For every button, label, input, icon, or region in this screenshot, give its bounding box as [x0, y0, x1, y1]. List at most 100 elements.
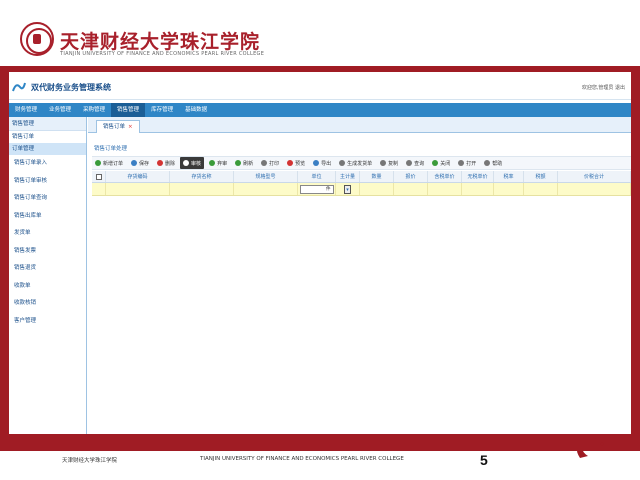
page-number: 5: [480, 452, 488, 468]
college-name-en: TIANJIN UNIVERSITY OF FINANCE AND ECONOM…: [60, 51, 265, 57]
tab-sales-order[interactable]: 销售订单 ×: [96, 120, 140, 133]
column-header[interactable]: 无税单价: [462, 171, 494, 182]
toolbar-button-label: 导出: [321, 160, 332, 167]
toolbar-button[interactable]: 帮助: [481, 157, 505, 169]
column-header[interactable]: 数量: [360, 171, 394, 182]
toolbar-button-label: 关闭: [440, 160, 451, 167]
college-name-cn: 天津财经大学珠江学院: [60, 31, 261, 53]
toolbar-button[interactable]: 弃审: [206, 157, 230, 169]
app-title: 双代财务业务管理系统: [31, 83, 111, 92]
table-cell[interactable]: [92, 183, 106, 195]
column-header[interactable]: 规格型号: [234, 171, 298, 182]
column-header[interactable]: [92, 171, 106, 182]
toolbar-button-label: 复制: [388, 160, 399, 167]
table-cell[interactable]: [394, 183, 428, 195]
toolbar-button[interactable]: 查询: [403, 157, 427, 169]
sidebar-item[interactable]: 销售退货: [9, 260, 86, 278]
data-grid: 存货编码 存货名称 规格型号 单位 主计量 数量 报价 含税单价 无税单价 税率 税额 价税合计 件 ▾: [92, 171, 631, 196]
breadcrumb: 销售订单处理: [94, 146, 128, 152]
column-header[interactable]: 报价: [394, 171, 428, 182]
toolbar-button-label: 审核: [191, 160, 202, 167]
check-icon: [183, 160, 190, 166]
column-header[interactable]: 税额: [524, 171, 558, 182]
column-header[interactable]: 含税单价: [428, 171, 462, 182]
toolbar-button[interactable]: 打印: [258, 157, 282, 169]
table-cell[interactable]: [494, 183, 524, 195]
open-icon: [458, 160, 465, 166]
toolbar-button[interactable]: 审核: [180, 157, 205, 169]
toolbar-button-label: 生成发货单: [347, 160, 373, 167]
menu-item[interactable]: 库存管理: [145, 103, 179, 117]
grid-header: 存货编码 存货名称 规格型号 单位 主计量 数量 报价 含税单价 无税单价 税率 税额 价税合计: [92, 171, 631, 183]
column-header[interactable]: 存货名称: [170, 171, 234, 182]
sidebar-item[interactable]: 销售出库单: [9, 208, 86, 226]
toolbar-button[interactable]: 新增订单: [92, 157, 126, 169]
sidebar-item[interactable]: 销售订单查询: [9, 190, 86, 208]
preview-icon: [287, 160, 294, 166]
toolbar-button[interactable]: 保存: [128, 157, 152, 169]
sidebar-item[interactable]: 发货单: [9, 225, 86, 243]
table-row[interactable]: 件 ▾: [92, 183, 631, 196]
main-menu: 财务管理 业务管理 采购管理 销售管理 库存管理 基础数据: [9, 103, 631, 117]
column-header[interactable]: 价税合计: [558, 171, 631, 182]
sidebar-item[interactable]: 客户管理: [9, 313, 86, 331]
export-icon: [313, 160, 320, 166]
table-cell[interactable]: [524, 183, 558, 195]
toolbar-button[interactable]: 删除: [154, 157, 178, 169]
sidebar-item[interactable]: 收款核销: [9, 295, 86, 313]
copy-icon: [380, 160, 387, 166]
sidebar-item[interactable]: 销售订单录入: [9, 155, 86, 173]
toolbar-button-label: 帮助: [492, 160, 503, 167]
toolbar-button-label: 保存: [139, 160, 150, 167]
toolbar-button[interactable]: 关闭: [429, 157, 453, 169]
menu-item[interactable]: 基础数据: [179, 103, 213, 117]
table-cell[interactable]: [170, 183, 234, 195]
table-cell[interactable]: [428, 183, 462, 195]
college-corner-logo-icon: [576, 434, 604, 458]
menu-item[interactable]: 业务管理: [43, 103, 77, 117]
table-cell[interactable]: [462, 183, 494, 195]
toolbar-button-label: 刷新: [243, 160, 254, 167]
table-cell[interactable]: [234, 183, 298, 195]
table-cell[interactable]: [360, 183, 394, 195]
column-header[interactable]: 主计量: [336, 171, 360, 182]
menu-item[interactable]: 销售管理: [111, 103, 146, 117]
toolbar-button[interactable]: 导出: [310, 157, 334, 169]
menu-item[interactable]: 采购管理: [77, 103, 111, 117]
toolbar-button[interactable]: 复制: [377, 157, 401, 169]
table-cell[interactable]: [106, 183, 170, 195]
save-icon: [131, 160, 138, 166]
toolbar-button[interactable]: 预览: [284, 157, 308, 169]
sidebar-item[interactable]: 销售发票: [9, 243, 86, 261]
table-cell[interactable]: ▾: [336, 183, 360, 195]
toolbar-button-label: 弃审: [217, 160, 228, 167]
toolbar-button-label: 打印: [269, 160, 280, 167]
sidebar: 销售管理 销售订单 订单管理 销售订单录入 销售订单审核 销售订单查询 销售出库单 发货…: [9, 117, 87, 434]
chevron-down-icon[interactable]: ▾: [344, 185, 351, 194]
menu-item[interactable]: 财务管理: [9, 103, 43, 117]
column-header[interactable]: 单位: [298, 171, 336, 182]
select-all-checkbox[interactable]: [95, 173, 102, 180]
tab-bar: 销售订单 ×: [88, 117, 631, 133]
sidebar-item[interactable]: 收款单: [9, 278, 86, 296]
tab-label: 销售订单: [103, 124, 126, 130]
column-header[interactable]: 存货编码: [106, 171, 170, 182]
sidebar-item[interactable]: 销售订单审核: [9, 173, 86, 191]
sidebar-header[interactable]: 销售管理: [9, 117, 86, 131]
sidebar-section-order-mgmt[interactable]: 订单管理: [9, 143, 86, 155]
user-info[interactable]: 欢迎您,管理员 退出: [582, 84, 625, 91]
doc-icon: [339, 160, 346, 166]
toolbar-button-label: 打开: [466, 160, 477, 167]
toolbar-button-label: 预览: [295, 160, 306, 167]
table-cell[interactable]: [558, 183, 631, 195]
unit-select[interactable]: 件: [299, 185, 334, 194]
toolbar-button[interactable]: 打开: [455, 157, 479, 169]
footer-college-en: TIANJIN UNIVERSITY OF FINANCE AND ECONOM…: [200, 456, 404, 462]
sidebar-section-orders[interactable]: 销售订单: [9, 131, 86, 143]
toolbar-button[interactable]: 刷新: [232, 157, 256, 169]
toolbar-button[interactable]: 生成发货单: [336, 157, 375, 169]
toolbar: 新增订单 保存 删除 审核 弃审 刷新 打印 预览 导出 生成发货单 复制 查询 关闭 打开 帮助: [92, 156, 631, 170]
table-cell[interactable]: 件: [298, 183, 336, 195]
close-icon[interactable]: ×: [128, 124, 133, 130]
column-header[interactable]: 税率: [494, 171, 524, 182]
